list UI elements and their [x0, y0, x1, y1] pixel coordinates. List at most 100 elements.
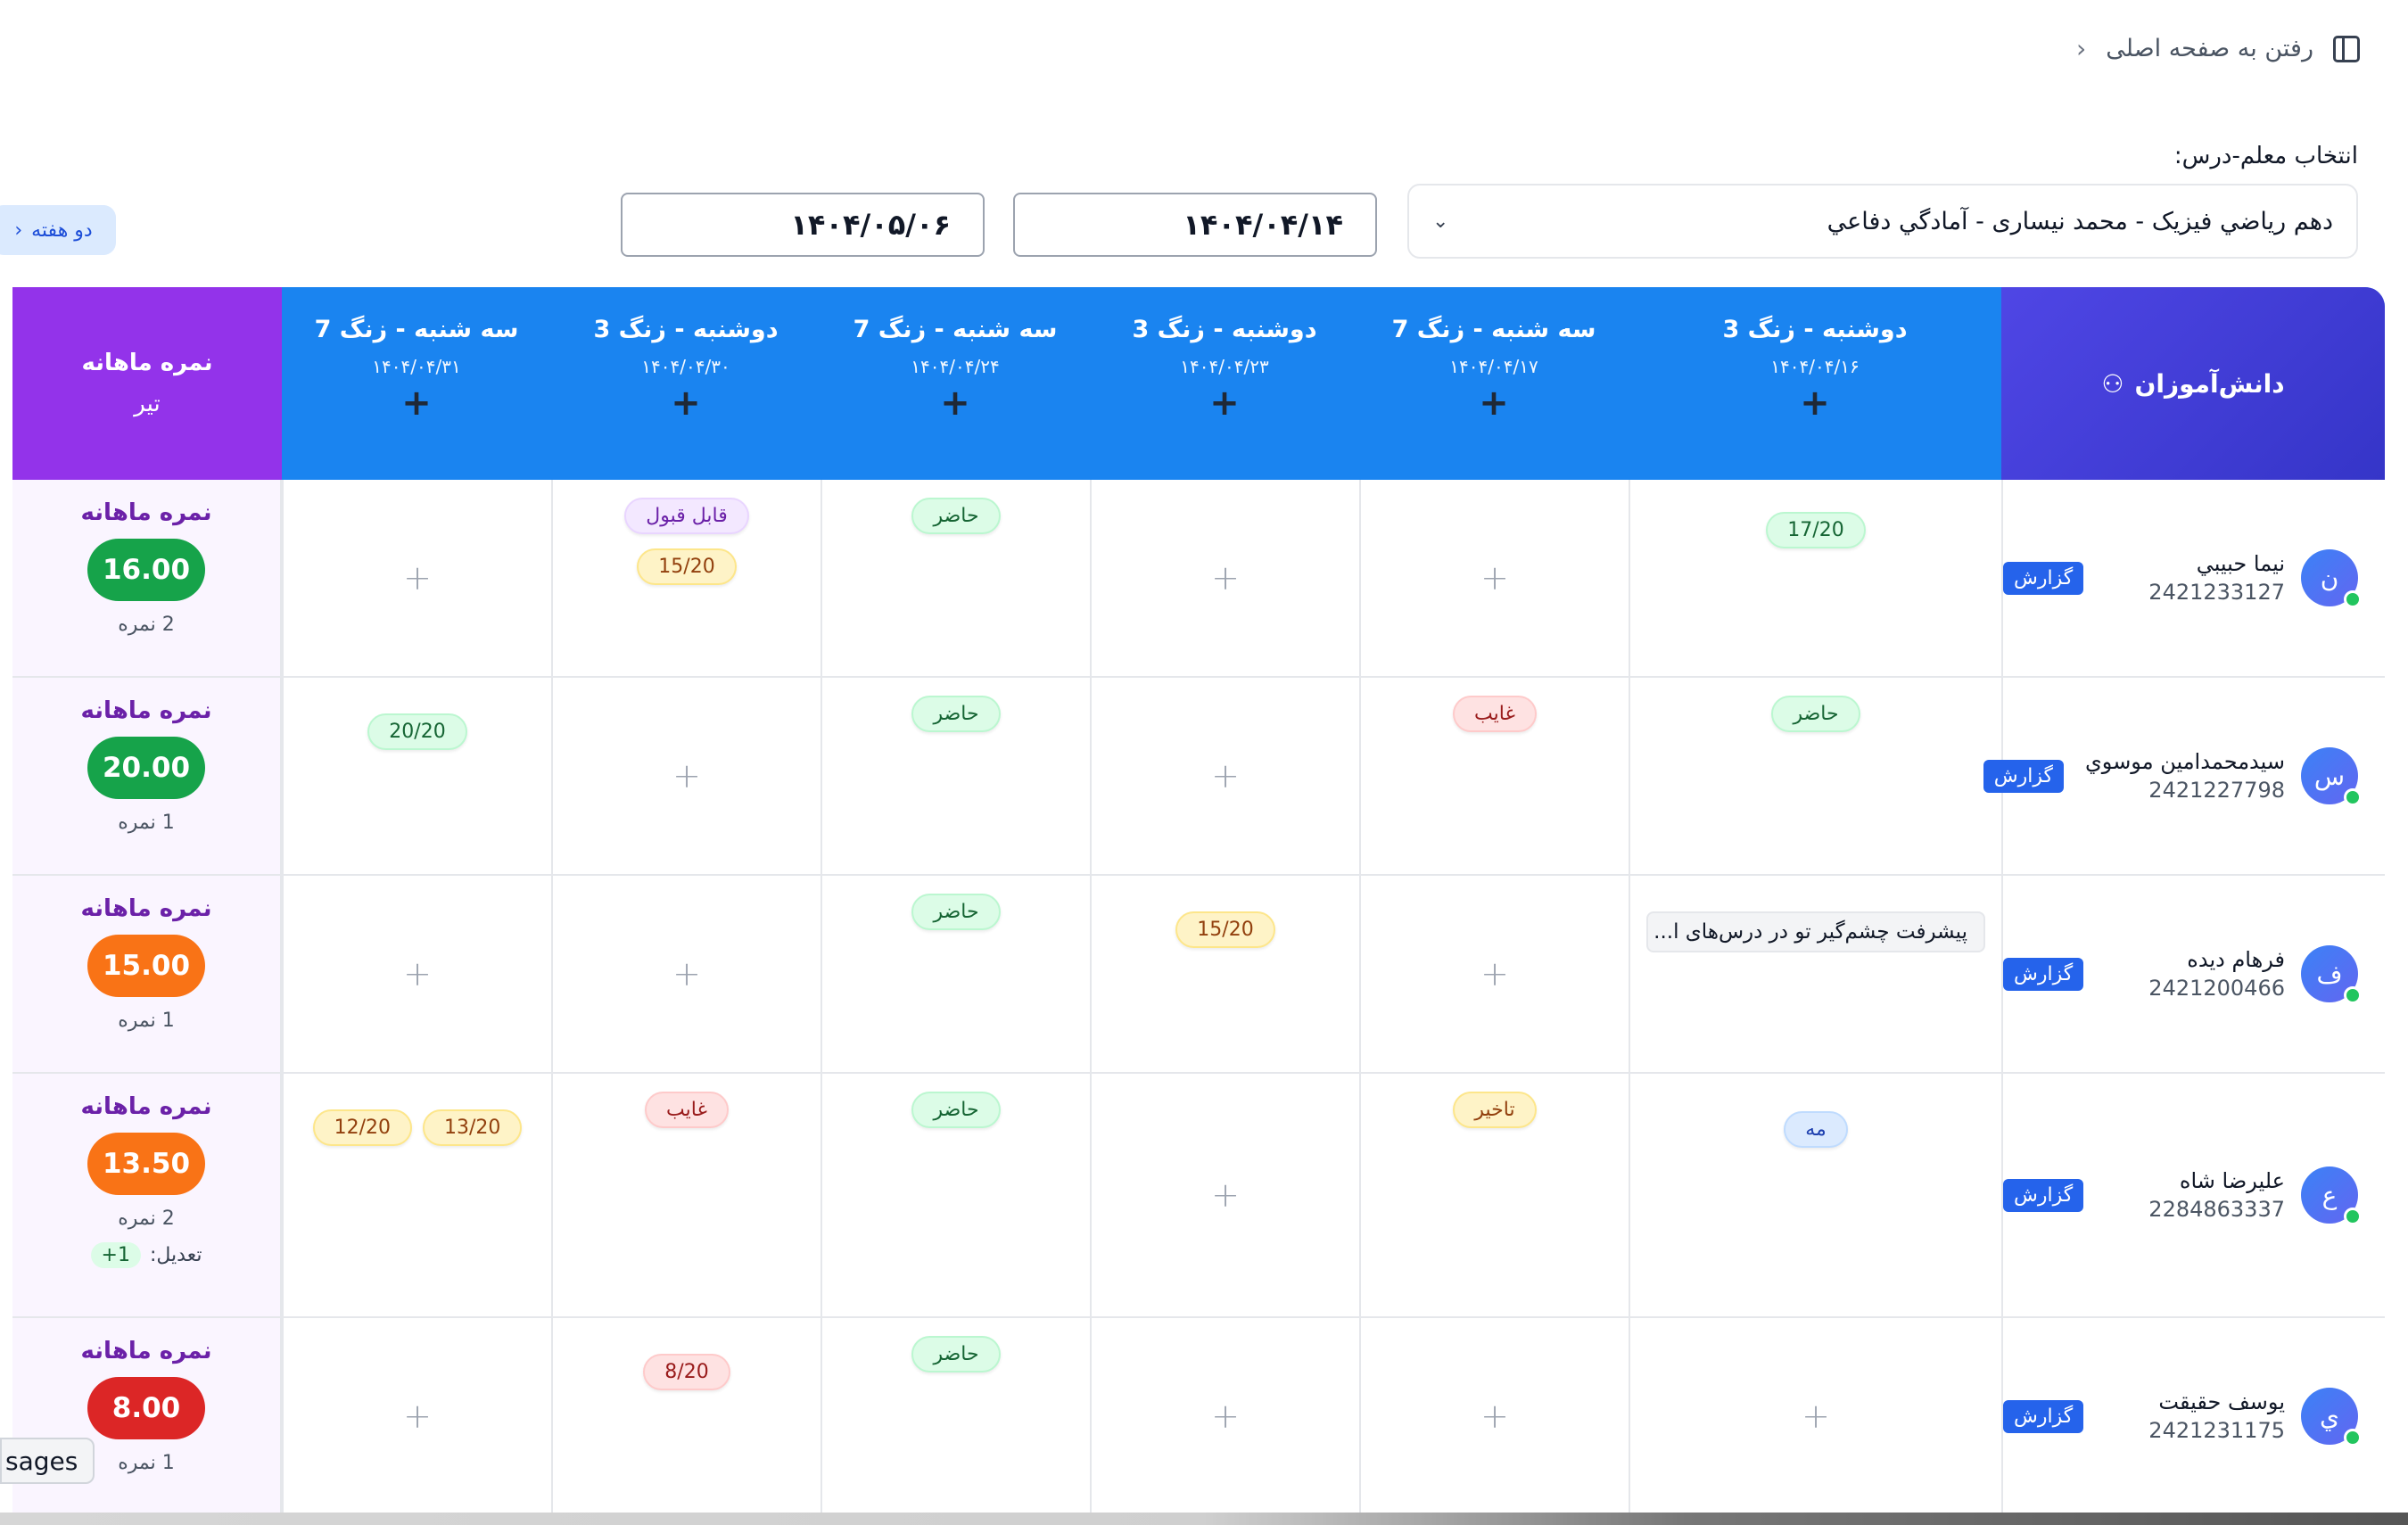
- add-entry-icon[interactable]: +: [403, 558, 432, 598]
- add-session-entry-icon[interactable]: +: [1800, 383, 1830, 424]
- session-cell[interactable]: +: [1359, 480, 1629, 676]
- report-button[interactable]: گزارش: [2003, 1399, 2084, 1433]
- adjustment-badge[interactable]: 1+: [90, 1242, 141, 1268]
- entry-badge[interactable]: مه: [1784, 1111, 1848, 1148]
- avatar: ي: [2301, 1388, 2362, 1447]
- entry-badge[interactable]: حاضر: [911, 498, 1001, 534]
- session-date: ۱۴۰۴/۰۴/۲۳: [1180, 356, 1269, 377]
- session-cell[interactable]: پیشرفت چشم‌گیر تو در درس‌های ا...: [1629, 876, 2001, 1072]
- add-entry-icon[interactable]: +: [1211, 558, 1240, 598]
- session-title: سه شنبه - زنگ 7: [853, 316, 1058, 343]
- session-cell[interactable]: +: [1629, 1318, 2001, 1514]
- add-entry-icon[interactable]: +: [1211, 756, 1240, 795]
- online-status-dot: [2344, 986, 2362, 1004]
- course-select[interactable]: دهم رياضي فيزيک - محمد نيساری - آمادگي د…: [1407, 184, 2358, 259]
- add-session-entry-icon[interactable]: +: [940, 383, 970, 424]
- session-cell[interactable]: غايب: [551, 1074, 821, 1316]
- add-entry-icon[interactable]: +: [672, 756, 701, 795]
- add-entry-icon[interactable]: +: [1480, 558, 1509, 598]
- session-cell[interactable]: قابل قبول 15/20: [551, 480, 821, 676]
- add-session-entry-icon[interactable]: +: [1479, 383, 1509, 424]
- session-cell[interactable]: +: [1090, 1074, 1359, 1316]
- add-entry-icon[interactable]: +: [1480, 954, 1509, 993]
- session-cell[interactable]: +: [1090, 480, 1359, 676]
- session-cell[interactable]: تاخير: [1359, 1074, 1629, 1316]
- report-button[interactable]: گزارش: [2003, 957, 2084, 991]
- home-link[interactable]: رفتن به صفحه اصلی: [2106, 35, 2313, 62]
- session-header: دوشنبه - زنگ 3 ۱۴۰۴/۰۴/۱۶ +: [1629, 287, 2001, 480]
- online-status-dot: [2344, 1208, 2362, 1225]
- period-button[interactable]: دو هفته ‹: [0, 205, 116, 255]
- session-cell[interactable]: +: [282, 1318, 551, 1514]
- entry-badge[interactable]: حاضر: [911, 1336, 1001, 1372]
- entry-badge[interactable]: حاضر: [911, 894, 1001, 930]
- student-info: يوسف حقيقت 2421231175: [2105, 1389, 2285, 1443]
- session-cell[interactable]: +: [282, 480, 551, 676]
- sidebar-toggle-icon[interactable]: [2333, 35, 2360, 62]
- entry-badge[interactable]: تاخير: [1453, 1092, 1537, 1128]
- entry-badge[interactable]: 15/20: [637, 548, 737, 585]
- session-title: دوشنبه - زنگ 3: [593, 316, 779, 343]
- session-cell[interactable]: +: [1359, 1318, 1629, 1514]
- student-cell: ن نيما حبيبي 2421233127 گزارش: [2001, 480, 2385, 676]
- session-cell[interactable]: حاضر: [821, 1318, 1090, 1514]
- add-entry-icon[interactable]: +: [403, 954, 432, 993]
- session-cell[interactable]: 17/20: [1629, 480, 2001, 676]
- session-cell[interactable]: 12/20 13/20: [282, 1074, 551, 1316]
- session-cell[interactable]: +: [282, 876, 551, 1072]
- session-cell[interactable]: +: [551, 876, 821, 1072]
- entry-badge[interactable]: حاضر: [911, 1092, 1001, 1128]
- add-entry-icon[interactable]: +: [403, 1397, 432, 1436]
- student-id: 2284863337: [2148, 1197, 2285, 1222]
- session-cell[interactable]: غايب: [1359, 678, 1629, 874]
- session-cell[interactable]: 15/20: [1090, 876, 1359, 1072]
- entry-badge[interactable]: حاضر: [1771, 696, 1860, 732]
- session-cell[interactable]: حاضر: [821, 876, 1090, 1072]
- add-entry-icon[interactable]: +: [672, 954, 701, 993]
- student-id: 2421227798: [2148, 778, 2285, 803]
- add-session-entry-icon[interactable]: +: [671, 383, 701, 424]
- entry-badge[interactable]: 12/20: [312, 1109, 412, 1146]
- taskbar-strip: [0, 1513, 2408, 1525]
- date-from-input[interactable]: ۱۴۰۴/۰۴/۱۴: [1013, 193, 1377, 257]
- entry-badge[interactable]: 8/20: [643, 1354, 730, 1390]
- messages-tab[interactable]: sages: [0, 1438, 95, 1484]
- entry-badge[interactable]: غايب: [1453, 696, 1537, 732]
- date-to-input[interactable]: ۱۴۰۴/۰۵/۰۶: [621, 193, 985, 257]
- monthly-score-label: نمره ماهانه: [80, 499, 212, 526]
- session-cell[interactable]: +: [1090, 678, 1359, 874]
- adjustment-label: تعدیل:: [149, 1244, 202, 1266]
- session-title: دوشنبه - زنگ 3: [1722, 316, 1908, 343]
- add-entry-icon[interactable]: +: [1480, 1397, 1509, 1436]
- add-session-entry-icon[interactable]: +: [1209, 383, 1240, 424]
- monthly-score-badge: 20.00: [87, 737, 205, 799]
- add-entry-icon[interactable]: +: [1211, 1397, 1240, 1436]
- monthly-score-badge: 16.00: [87, 539, 205, 601]
- add-entry-icon[interactable]: +: [1802, 1397, 1830, 1436]
- breadcrumb: › رفتن به صفحه اصلی: [2076, 34, 2360, 63]
- entry-badge[interactable]: قابل قبول: [624, 498, 749, 534]
- session-cell[interactable]: حاضر: [821, 678, 1090, 874]
- entry-badge[interactable]: حاضر: [911, 696, 1001, 732]
- avatar-initial: ف: [2316, 959, 2343, 989]
- session-cell[interactable]: حاضر: [821, 1074, 1090, 1316]
- entry-badge[interactable]: 17/20: [1766, 512, 1866, 548]
- entry-badge[interactable]: 13/20: [423, 1109, 523, 1146]
- entry-badge[interactable]: غايب: [645, 1092, 729, 1128]
- add-session-entry-icon[interactable]: +: [401, 383, 432, 424]
- note-entry[interactable]: پیشرفت چشم‌گیر تو در درس‌های ا...: [1646, 911, 1985, 952]
- session-cell[interactable]: حاضر: [1629, 678, 2001, 874]
- report-button[interactable]: گزارش: [2003, 561, 2084, 595]
- add-entry-icon[interactable]: +: [1211, 1175, 1240, 1215]
- session-cell[interactable]: 8/20: [551, 1318, 821, 1514]
- session-cell[interactable]: حاضر: [821, 480, 1090, 676]
- report-button[interactable]: گزارش: [2003, 1178, 2084, 1212]
- session-cell[interactable]: 20/20: [282, 678, 551, 874]
- session-date: ۱۴۰۴/۰۴/۱۷: [1449, 356, 1538, 377]
- session-cell[interactable]: +: [551, 678, 821, 874]
- entry-badge[interactable]: 20/20: [367, 713, 467, 750]
- session-cell[interactable]: +: [1090, 1318, 1359, 1514]
- entry-badge[interactable]: 15/20: [1175, 911, 1275, 948]
- session-cell[interactable]: +: [1359, 876, 1629, 1072]
- session-cell[interactable]: مه: [1629, 1074, 2001, 1316]
